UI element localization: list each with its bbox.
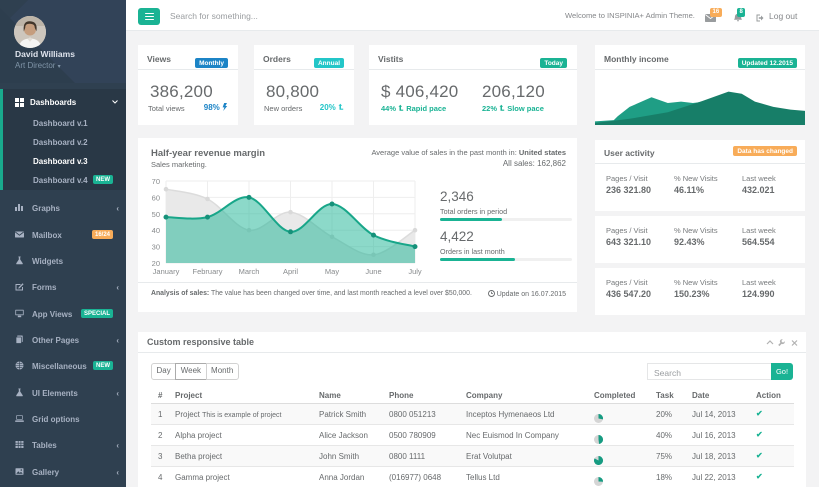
svg-text:July: July xyxy=(408,267,422,276)
svg-text:May: May xyxy=(325,267,339,276)
svg-text:February: February xyxy=(192,267,222,276)
svg-text:40: 40 xyxy=(152,226,160,235)
svg-text:January: January xyxy=(153,267,180,276)
svg-text:60: 60 xyxy=(152,193,160,202)
svg-text:50: 50 xyxy=(152,210,160,219)
svg-text:April: April xyxy=(283,267,298,276)
svg-text:30: 30 xyxy=(152,243,160,252)
svg-text:March: March xyxy=(239,267,260,276)
svg-text:70: 70 xyxy=(152,177,160,186)
svg-text:June: June xyxy=(365,267,381,276)
